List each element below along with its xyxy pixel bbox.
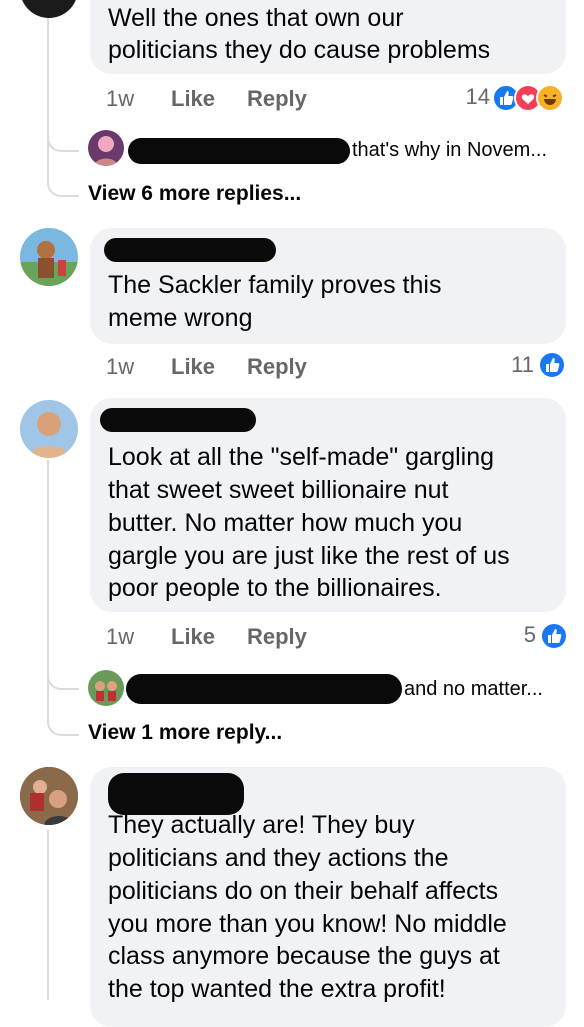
thread-connector [47,460,79,690]
comment-text-line: politicians do on their behalf affects [108,877,499,905]
comment-text-line: Look at all the "self-made" gargling [108,443,495,471]
reply-preview[interactable]: and no matter... [404,678,543,701]
comment-text-line: gargle you are just like the rest of us [108,542,510,570]
reaction-count[interactable]: 5 [496,622,536,648]
comment-time[interactable]: 1w [106,624,134,650]
avatar[interactable] [20,767,78,825]
thread-connector [47,150,79,197]
like-button[interactable]: Like [171,86,215,112]
comment-bubble: They actually are! They buy politicians … [90,767,566,1027]
like-icon [538,351,566,379]
comment-text-line: that sweet sweet billionaire nut [108,476,449,504]
redacted-name [126,674,402,704]
comment-text-line: They actually are! They buy [108,811,415,839]
comment-time[interactable]: 1w [106,354,134,380]
comment-text-line: politicians they do cause problems [108,36,491,64]
comment-bubble: Well the ones that own our politicians t… [90,0,566,74]
thread-connector [47,688,79,736]
like-icon [540,622,568,650]
reaction-count[interactable]: 11 [494,352,534,378]
thread-connector [47,0,79,152]
reaction-count[interactable]: 14 [450,84,490,110]
reply-button[interactable]: Reply [247,354,307,380]
haha-icon [536,84,564,112]
comment-text-line: Well the ones that own our [108,4,404,32]
redacted-name [100,408,256,432]
comment-text-line: class anymore because the guys at [108,942,500,970]
reply-button[interactable]: Reply [247,624,307,650]
comment-bubble: The Sackler family proves this meme wron… [90,228,566,344]
comment-text-line: meme wrong [108,304,253,332]
comment-time[interactable]: 1w [106,86,134,112]
like-button[interactable]: Like [171,624,215,650]
view-more-replies[interactable]: View 6 more replies... [88,182,301,206]
avatar[interactable] [88,130,124,166]
comment-text-line: you more than you know! No middle [108,910,507,938]
comment-text-line: butter. No matter how much you [108,509,463,537]
redacted-name [104,238,276,262]
view-more-replies[interactable]: View 1 more reply... [88,721,282,745]
comment-text-line: the top wanted the extra profit! [108,975,446,1003]
comment-bubble: Look at all the "self-made" gargling tha… [90,398,566,612]
like-button[interactable]: Like [171,354,215,380]
avatar[interactable] [20,228,78,286]
redacted-name [128,138,350,164]
reply-button[interactable]: Reply [247,86,307,112]
comment-text-line: politicians and they actions the [108,844,449,872]
avatar[interactable] [20,400,78,458]
comment-text-line: The Sackler family proves this [108,271,442,299]
reply-preview[interactable]: that's why in Novem... [352,139,547,162]
comment-text-line: poor people to the billionaires. [108,574,442,602]
thread-line [47,830,49,1000]
avatar[interactable] [88,670,124,706]
